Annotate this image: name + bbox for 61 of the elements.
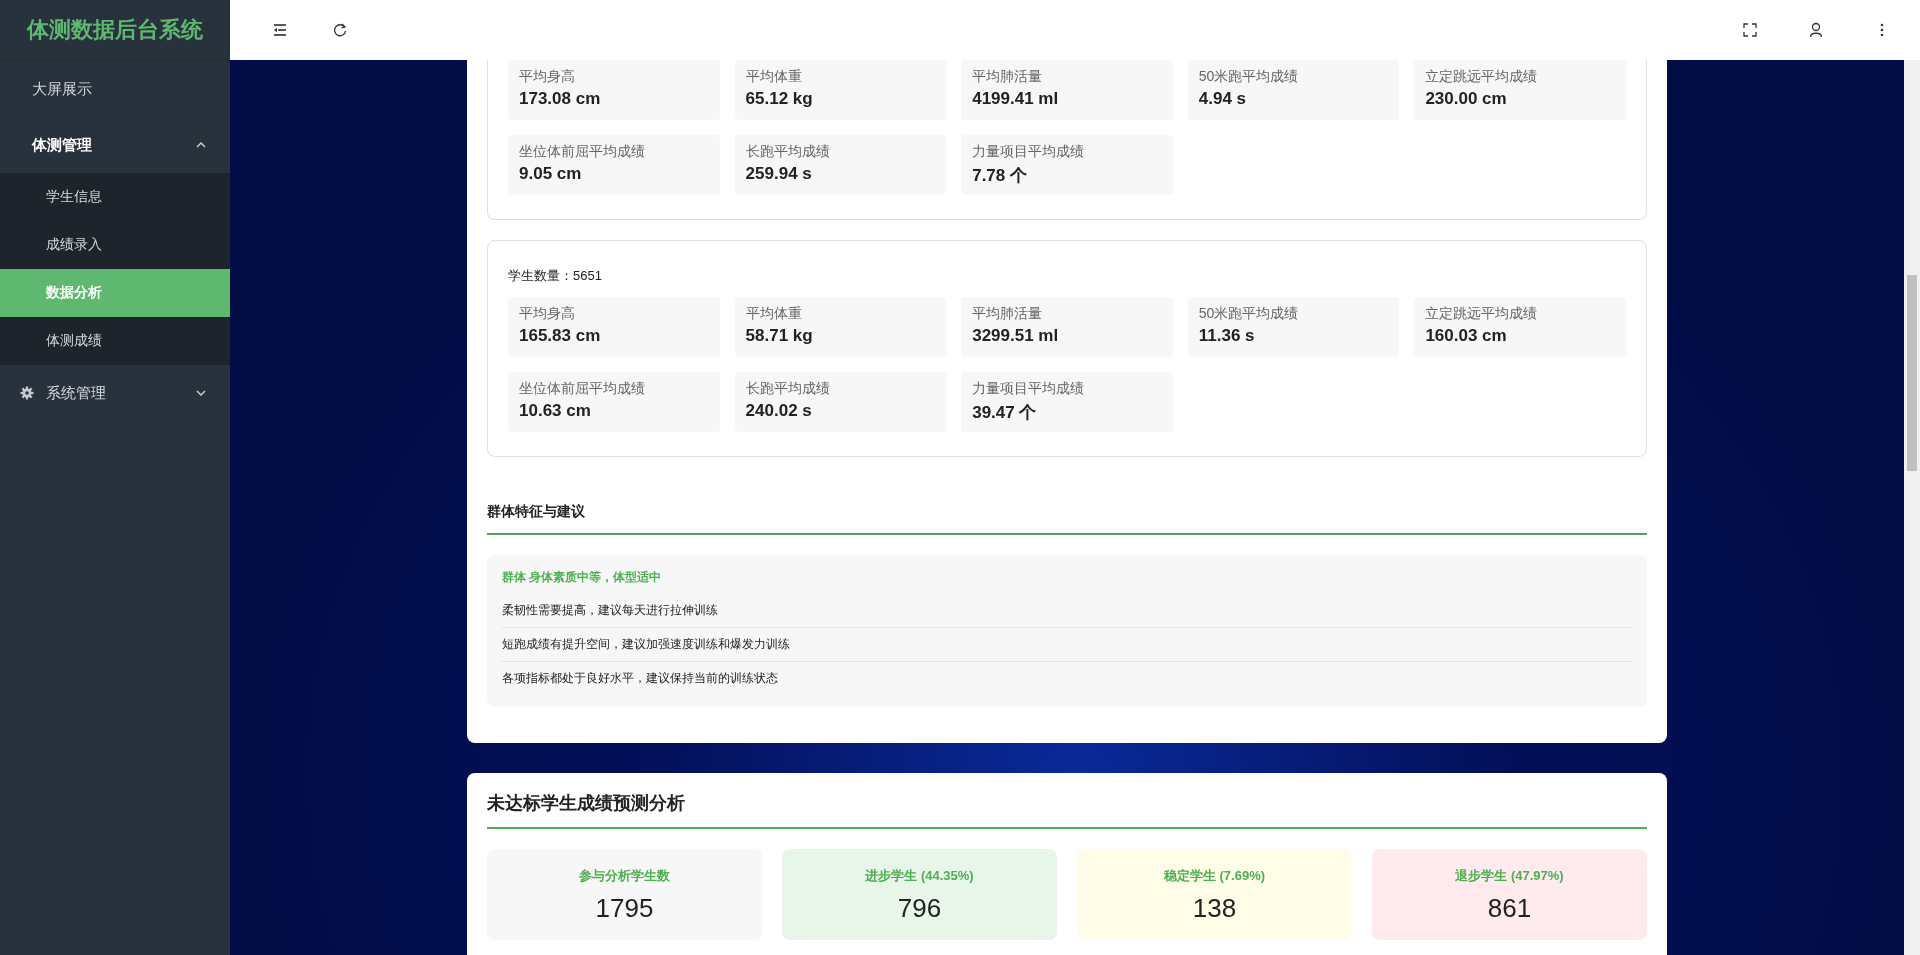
- stat-value: 165.83 cm: [519, 326, 602, 346]
- stat-label: 立定跳远平均成绩: [1425, 305, 1539, 323]
- stat-label: 50米跑平均成绩: [1198, 305, 1300, 323]
- summary-label: 进步学生 (44.35%): [864, 867, 975, 885]
- stat-label: 力量项目平均成绩: [972, 380, 1086, 398]
- stat-label: 平均体重: [745, 305, 803, 323]
- stat-label: 长跑平均成绩: [745, 380, 831, 398]
- summary-label: 退步学生 (47.97%): [1454, 867, 1565, 885]
- sidebar-subitem[interactable]: 学生信息: [0, 173, 230, 221]
- stat-label: 立定跳远平均成绩: [1425, 68, 1539, 86]
- sidebar-subitem[interactable]: 成绩录入: [0, 221, 230, 269]
- user-icon[interactable]: [1808, 22, 1824, 38]
- advice-summary: 群体 身体素质中等，体型适中: [502, 569, 663, 586]
- gear-icon: [20, 386, 34, 400]
- summary-value: 138: [1191, 893, 1238, 924]
- stat-label: 平均身高: [519, 68, 576, 86]
- card-title: 未达标学生成绩预测分析: [487, 791, 1647, 829]
- stat-value: 230.00 cm: [1425, 89, 1508, 109]
- stat-label: 50米跑平均成绩: [1198, 68, 1300, 86]
- stat-label: 平均身高: [519, 305, 576, 323]
- sidebar-item[interactable]: 体测管理: [0, 117, 230, 173]
- stat-label: 平均体重: [745, 68, 803, 86]
- summary-value: 1795: [594, 893, 655, 924]
- summary-label: 参与分析学生数: [578, 867, 671, 885]
- stat-value: 173.08 cm: [519, 89, 602, 109]
- section-heading: 群体特征与建议: [487, 503, 1647, 535]
- refresh-icon[interactable]: [332, 22, 348, 38]
- stat-value: 3299.51 ml: [972, 326, 1060, 346]
- summary-value: 796: [896, 893, 943, 924]
- stat-value: 4.94 s: [1198, 89, 1248, 109]
- sidebar-item[interactable]: 系统管理: [0, 365, 230, 421]
- stat-value: 160.03 cm: [1425, 326, 1508, 346]
- stat-label: 力量项目平均成绩: [972, 143, 1086, 161]
- menu-icon[interactable]: [272, 22, 288, 38]
- stat-value: 10.63 cm: [519, 401, 592, 421]
- stat-value: 240.02 s: [745, 401, 813, 421]
- summary-value: 861: [1486, 893, 1533, 924]
- stat-label: 坐位体前屈平均成绩: [519, 380, 646, 398]
- stat-value: 9.05 cm: [519, 164, 583, 184]
- stat-value: 11.36 s: [1198, 326, 1256, 346]
- advice-item: 各项指标都处于良好水平，建议保持当前的训练状态: [502, 670, 779, 687]
- fullscreen-icon[interactable]: [1742, 22, 1758, 38]
- stat-label: 平均肺活量: [972, 68, 1044, 86]
- stat-label: 平均肺活量: [972, 305, 1044, 323]
- student-count: 学生数量：5651: [508, 267, 603, 285]
- stat-value: 58.71 kg: [745, 326, 814, 346]
- stat-label: 坐位体前屈平均成绩: [519, 143, 646, 161]
- stat-value: 259.94 s: [745, 164, 813, 184]
- summary-label: 稳定学生 (7.69%): [1162, 867, 1267, 885]
- sidebar-item[interactable]: 大屏展示: [0, 61, 230, 117]
- stat-value: 7.78 个: [972, 165, 1028, 187]
- stat-value: 65.12 kg: [745, 89, 814, 109]
- chevron-icon: [196, 141, 206, 149]
- stat-value: 39.47 个: [972, 402, 1038, 424]
- stat-value: 4199.41 ml: [972, 89, 1060, 109]
- advice-item: 短跑成绩有提升空间，建议加强速度训练和爆发力训练: [502, 628, 1632, 662]
- advice-item: 柔韧性需要提高，建议每天进行拉伸训练: [502, 594, 1632, 628]
- sidebar-subitem[interactable]: 体测成绩: [0, 317, 230, 365]
- scrollbar[interactable]: [1904, 60, 1920, 955]
- stat-label: 长跑平均成绩: [745, 143, 831, 161]
- chevron-icon: [196, 389, 206, 397]
